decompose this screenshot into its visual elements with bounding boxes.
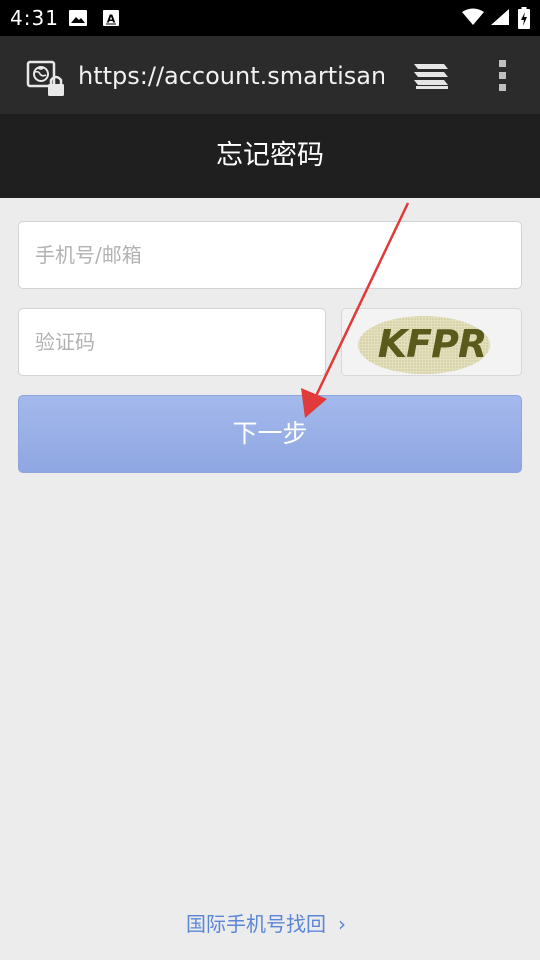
- image-notification-icon: [68, 9, 88, 31]
- page-title: 忘记密码: [0, 114, 540, 198]
- next-step-button[interactable]: 下一步: [18, 395, 522, 473]
- captcha-text: KFPR: [378, 322, 487, 366]
- tabs-icon[interactable]: [412, 61, 450, 95]
- font-notification-icon: A: [102, 9, 120, 31]
- status-time: 4:31: [10, 6, 59, 30]
- browser-address-bar: https://account.smartisan.com: [0, 36, 540, 114]
- url-field[interactable]: https://account.smartisan.com: [78, 60, 384, 94]
- battery-charging-icon: [518, 7, 530, 33]
- secure-site-icon[interactable]: [26, 60, 68, 102]
- chevron-right-icon: ›: [338, 912, 346, 936]
- form-area: 手机号/邮箱 验证码 KFPR 下一步 国际手机号找回 ›: [0, 198, 540, 960]
- cellular-signal-icon: [490, 8, 510, 30]
- international-phone-recovery-label: 国际手机号找回: [186, 912, 326, 936]
- captcha-graphic: KFPR: [358, 316, 490, 374]
- status-bar: 4:31 A: [0, 0, 540, 36]
- verification-code-placeholder: 验证码: [35, 330, 95, 354]
- captcha-image[interactable]: KFPR: [341, 308, 522, 376]
- phone-email-input[interactable]: 手机号/邮箱: [18, 221, 522, 289]
- wifi-icon: [462, 8, 484, 30]
- verification-code-input[interactable]: 验证码: [18, 308, 326, 376]
- international-phone-recovery-link[interactable]: 国际手机号找回 ›: [186, 908, 346, 940]
- phone-email-placeholder: 手机号/邮箱: [35, 243, 142, 267]
- overflow-menu-icon[interactable]: [496, 58, 510, 96]
